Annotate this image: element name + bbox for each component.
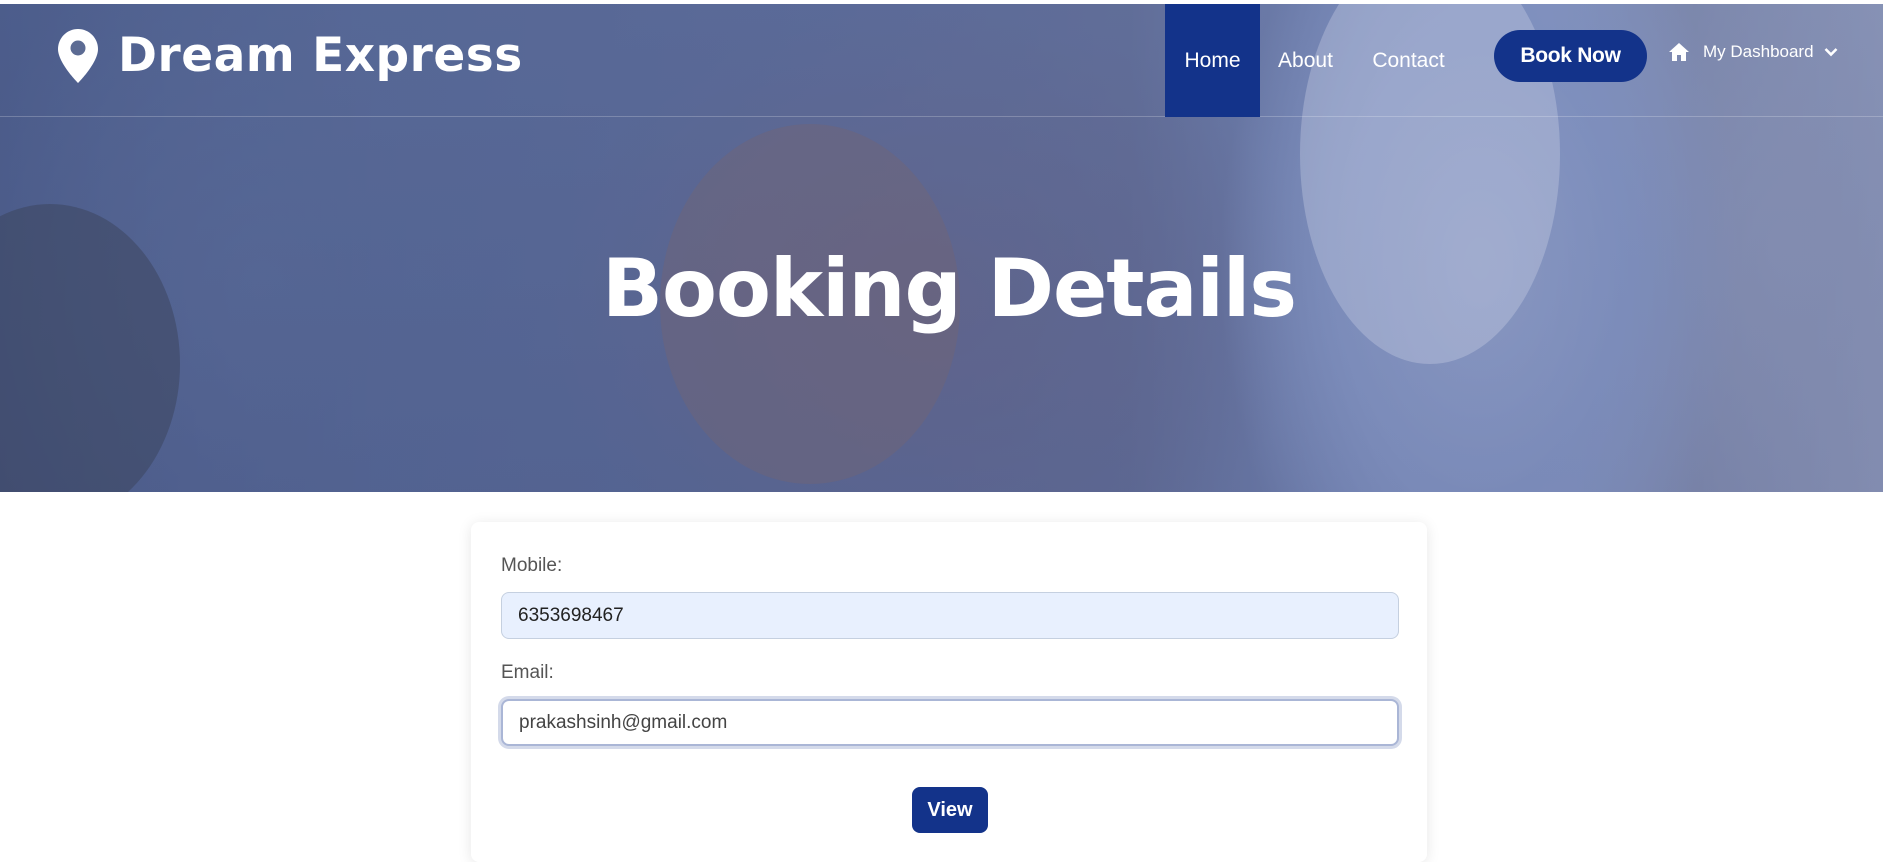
email-label: Email: <box>501 662 554 683</box>
map-pin-icon <box>58 28 98 83</box>
book-now-button[interactable]: Book Now <box>1494 30 1647 82</box>
nav-home[interactable]: Home <box>1165 4 1260 117</box>
home-icon <box>1669 43 1689 61</box>
nav-contact[interactable]: Contact <box>1351 4 1466 117</box>
nav-about[interactable]: About <box>1260 4 1351 117</box>
email-input[interactable] <box>501 699 1399 746</box>
mobile-input[interactable] <box>501 592 1399 639</box>
brand-name: Dream Express <box>118 28 523 83</box>
chevron-down-icon <box>1824 48 1837 57</box>
my-dashboard-menu[interactable]: My Dashboard <box>1668 42 1838 62</box>
dashboard-label: My Dashboard <box>1703 42 1814 61</box>
view-button[interactable]: View <box>912 787 988 833</box>
brand-logo[interactable]: Dream Express <box>58 28 523 83</box>
mobile-label: Mobile: <box>501 555 563 576</box>
booking-lookup-form: Mobile: Email: View <box>471 522 1427 862</box>
page-title: Booking Details <box>602 242 1297 335</box>
